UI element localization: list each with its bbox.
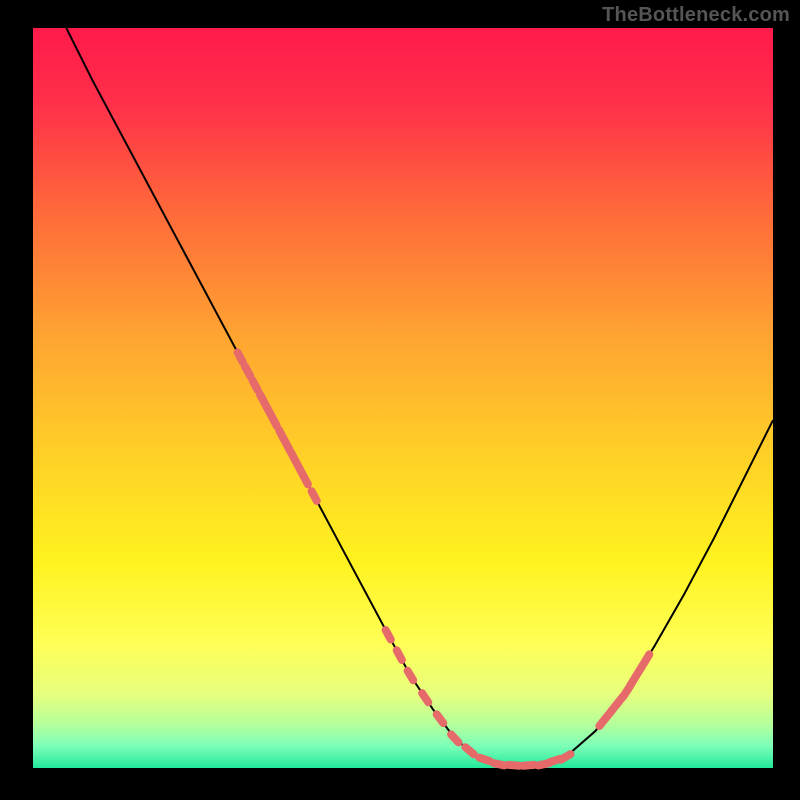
marker-dash: [644, 654, 650, 663]
marker-dash: [303, 475, 308, 485]
marker-dash: [479, 758, 489, 762]
marker-dash: [437, 714, 444, 723]
marker-dash: [245, 366, 250, 376]
marker-dash: [509, 765, 520, 766]
marker-dash: [465, 747, 473, 754]
marker-dash: [252, 380, 257, 390]
marker-dash: [238, 352, 243, 362]
marker-dash: [386, 630, 391, 640]
marker-dash: [523, 765, 534, 766]
chart-svg: [0, 0, 800, 800]
marker-dash: [422, 693, 428, 702]
chart-stage: TheBottleneck.com: [0, 0, 800, 800]
marker-dash: [272, 416, 277, 426]
marker-dash: [494, 763, 505, 765]
marker-dash: [397, 650, 402, 660]
marker-dash: [451, 734, 458, 742]
marker-dash: [561, 754, 570, 760]
marker-dash: [312, 491, 317, 501]
marker-dash: [408, 671, 414, 680]
watermark-text: TheBottleneck.com: [602, 4, 790, 27]
